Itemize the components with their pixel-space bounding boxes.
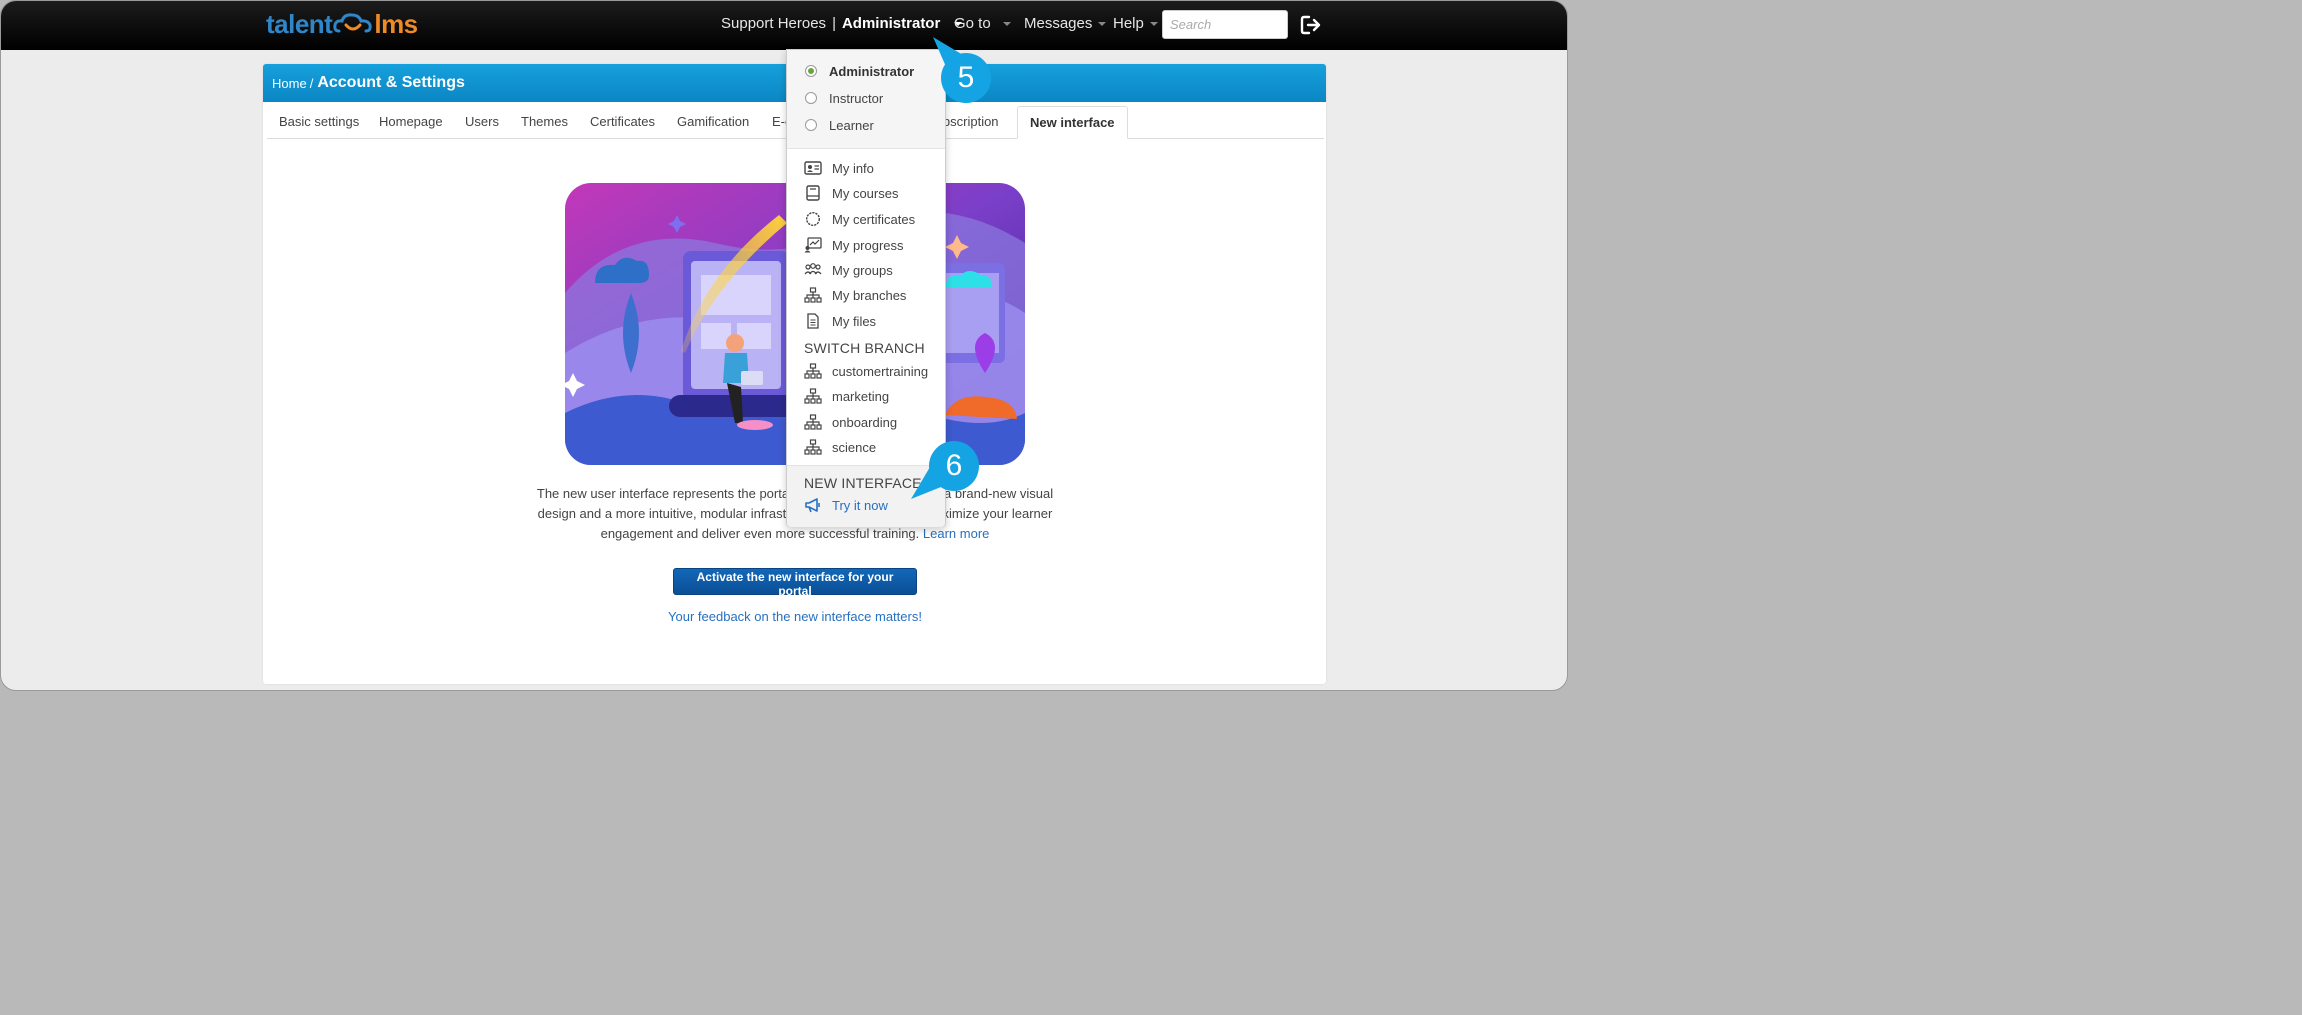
chevron-down-icon xyxy=(1098,21,1107,26)
top-bar: talent lms Support Heroes | Administrato… xyxy=(1,1,1567,50)
menu-item-label: My certificates xyxy=(832,211,916,227)
menu-item-label: My branches xyxy=(832,287,907,303)
portal-separator: | xyxy=(832,15,836,32)
tab-themes[interactable]: Themes xyxy=(509,106,580,137)
radio-icon xyxy=(805,119,817,131)
branch-label: onboarding xyxy=(832,414,898,430)
radio-icon xyxy=(805,92,817,104)
menu-item-my-groups[interactable]: My groups xyxy=(804,260,893,280)
messages-label: Messages xyxy=(1024,15,1093,32)
current-role: Administrator xyxy=(841,15,941,32)
branch-label: marketing xyxy=(832,388,890,404)
talentlms-logo[interactable]: talent lms xyxy=(266,7,418,41)
new-interface-heading: NEW INTERFACE xyxy=(804,475,922,491)
menu-item-my-certificates[interactable]: My certificates xyxy=(804,209,915,229)
activate-new-interface-button[interactable]: Activate the new interface for your port… xyxy=(673,568,917,598)
file-icon xyxy=(807,313,819,329)
role-option-administrator[interactable]: Administrator xyxy=(805,61,914,81)
sitemap-icon xyxy=(804,414,822,430)
search-input[interactable] xyxy=(1162,10,1288,39)
switch-branch-heading: SWITCH BRANCH xyxy=(804,340,925,356)
menu-item-label: My groups xyxy=(832,262,893,278)
sitemap-icon xyxy=(804,439,822,455)
menu-item-label: My courses xyxy=(832,185,899,201)
logout-icon[interactable] xyxy=(1299,13,1323,37)
breadcrumb-separator: / xyxy=(309,75,314,91)
branch-item-marketing[interactable]: marketing xyxy=(804,386,889,406)
branch-item-science[interactable]: science xyxy=(804,437,876,457)
app-window: talent lms Support Heroes | Administrato… xyxy=(0,0,1568,691)
chevron-down-icon xyxy=(1002,21,1011,26)
tab-basic-settings[interactable]: Basic settings xyxy=(267,106,371,137)
logo-text-left: talent xyxy=(266,8,333,39)
tab-new-interface[interactable]: New interface xyxy=(1017,106,1128,139)
breadcrumb-home[interactable]: Home xyxy=(272,76,307,91)
description-line1-left: The new user interface represents the po… xyxy=(536,486,792,501)
tab-users[interactable]: Users xyxy=(453,106,511,137)
id-card-icon xyxy=(804,161,822,175)
menu-item-label: My info xyxy=(832,160,874,176)
learn-more-link[interactable]: Learn more xyxy=(923,526,989,541)
tab-certificates[interactable]: Certificates xyxy=(578,106,667,137)
branch-item-onboarding[interactable]: onboarding xyxy=(804,412,897,432)
role-label: Instructor xyxy=(829,90,884,106)
chevron-down-icon xyxy=(1149,21,1158,26)
tab-gamification[interactable]: Gamification xyxy=(665,106,761,137)
description-line3: engagement and deliver even more success… xyxy=(600,526,920,541)
logo-text-right: lms xyxy=(374,8,418,39)
menu-item-my-progress[interactable]: My progress xyxy=(804,235,904,255)
portal-role-switcher[interactable]: Support Heroes | Administrator xyxy=(721,1,963,46)
radio-selected-icon xyxy=(805,65,817,77)
role-selector: Administrator Instructor Learner xyxy=(787,50,945,149)
description-line2-left: design and a more intuitive, modular inf… xyxy=(537,506,791,521)
cloud-smile-icon xyxy=(333,13,372,33)
sitemap-icon xyxy=(804,363,822,379)
menu-item-my-courses[interactable]: My courses xyxy=(804,183,898,203)
role-label: Administrator xyxy=(829,63,915,79)
try-it-now-link[interactable]: Try it now xyxy=(804,495,888,515)
megaphone-icon xyxy=(805,498,820,513)
users-group-icon xyxy=(804,263,822,275)
step-5-callout: 5 xyxy=(941,53,991,103)
role-label: Learner xyxy=(829,117,874,133)
sitemap-icon xyxy=(804,388,822,404)
portal-name: Support Heroes xyxy=(721,15,827,32)
role-option-instructor[interactable]: Instructor xyxy=(805,88,883,108)
help-menu[interactable]: Help xyxy=(1113,1,1158,46)
branch-label: science xyxy=(832,439,877,455)
menu-item-my-files[interactable]: My files xyxy=(804,311,876,331)
menu-item-label: My progress xyxy=(832,237,904,253)
description-line2-right: ximize your learner xyxy=(942,506,1053,521)
sitemap-icon xyxy=(804,287,822,303)
book-icon xyxy=(806,185,820,201)
goto-label: Go to xyxy=(954,15,991,32)
branch-item-customertraining[interactable]: customertraining xyxy=(804,361,928,381)
tab-homepage[interactable]: Homepage xyxy=(367,106,455,137)
certificate-badge-icon xyxy=(805,211,821,227)
role-option-learner[interactable]: Learner xyxy=(805,115,874,135)
menu-item-my-info[interactable]: My info xyxy=(804,158,874,178)
progress-chart-icon xyxy=(804,237,822,253)
messages-menu[interactable]: Messages xyxy=(1024,1,1107,46)
step-6-callout: 6 xyxy=(929,441,979,491)
menu-item-my-branches[interactable]: My branches xyxy=(804,285,906,305)
try-it-now-label: Try it now xyxy=(832,497,888,513)
page-title: Account & Settings xyxy=(317,74,465,91)
help-label: Help xyxy=(1113,15,1144,32)
branch-label: customertraining xyxy=(832,363,929,379)
feedback-link[interactable]: Your feedback on the new interface matte… xyxy=(525,609,1065,624)
menu-item-label: My files xyxy=(832,313,877,329)
